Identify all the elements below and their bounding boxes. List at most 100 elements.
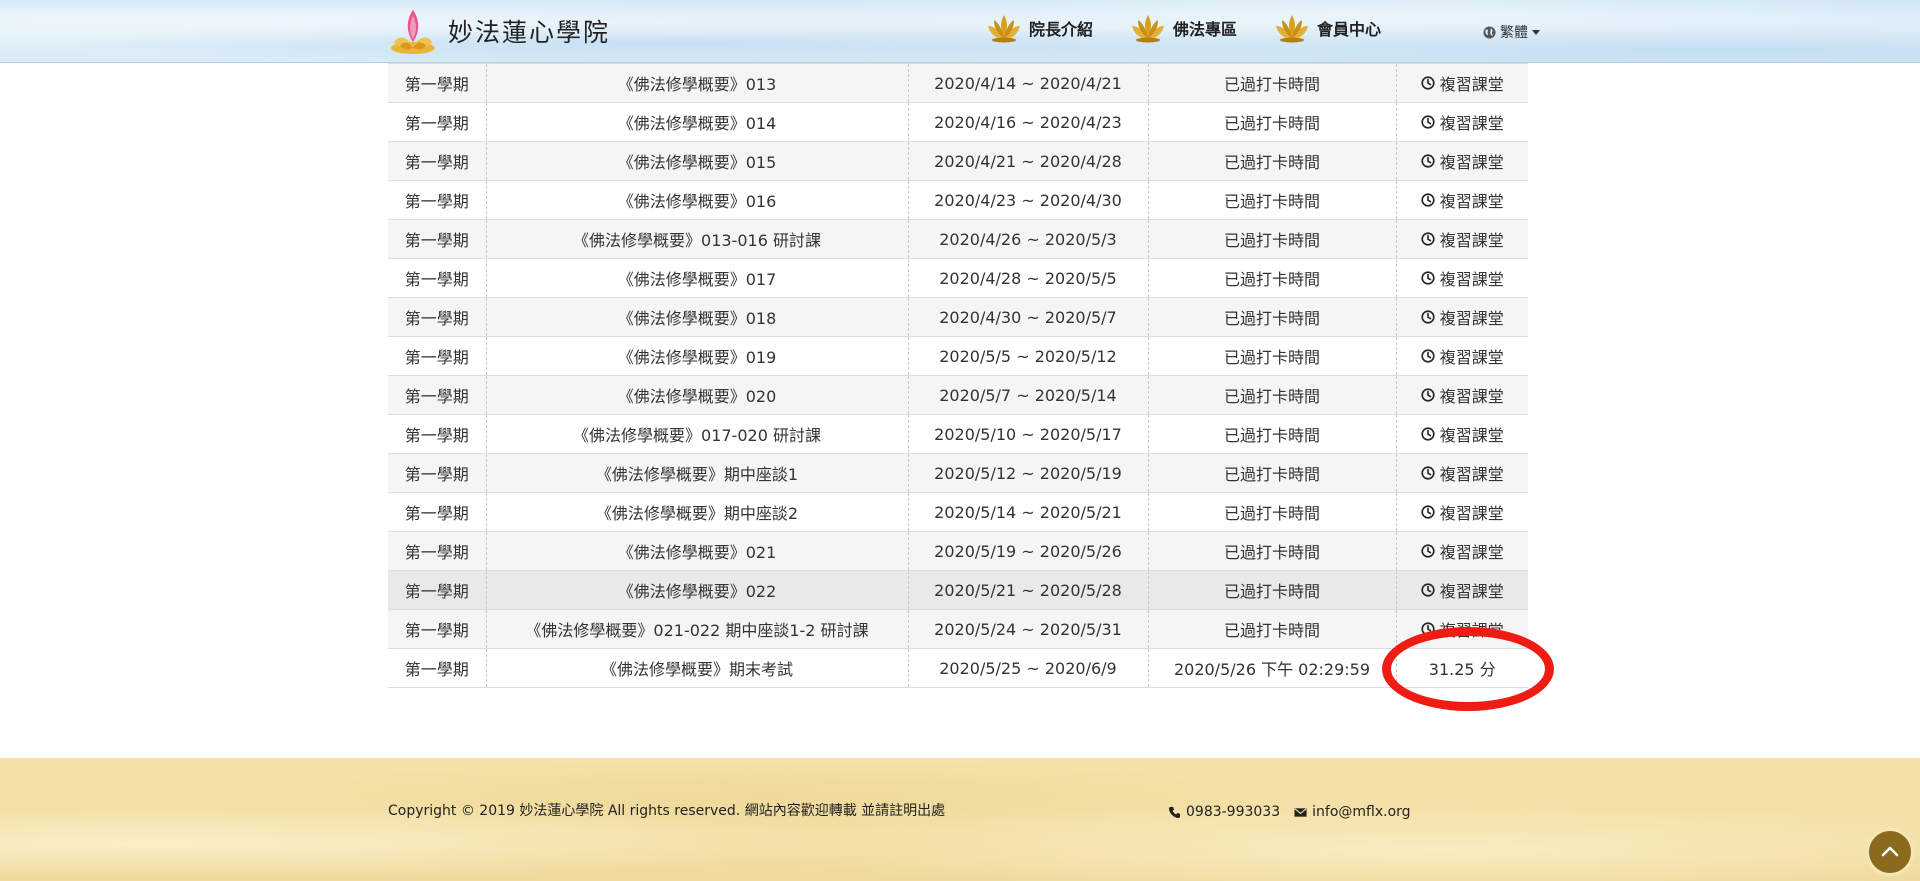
review-class-label: 複習課堂 [1439, 348, 1504, 367]
review-class-button[interactable]: 複習課堂 [1421, 305, 1504, 329]
course-table-body: 第一學期 《佛法修學概要》013 2020/4/14 ~ 2020/4/21 已過打卡… [388, 63, 1528, 688]
lotus-logo-icon [391, 10, 435, 54]
course-name-cell: 《佛法修學概要》019 [485, 336, 908, 376]
table-row: 第一學期 《佛法修學概要》期中座談1 2020/5/12 ~ 2020/5/19 已過… [388, 453, 1528, 493]
table-row: 第一學期 《佛法修學概要》014 2020/4/16 ~ 2020/4/23 已過打卡… [388, 102, 1528, 142]
site-logo[interactable]: 妙法蓮心學院 [386, 4, 610, 58]
term-cell: 第一學期 [388, 180, 486, 220]
email-contact[interactable]: info@mflx.org [1294, 804, 1411, 820]
course-name-cell: 《佛法修學概要》021 [485, 531, 908, 571]
clock-icon [1421, 76, 1435, 90]
nav-label: 院長介紹 [1029, 20, 1094, 39]
course-name-cell: 《佛法修學概要》022 [485, 570, 908, 610]
review-class-button[interactable]: 複習課堂 [1421, 383, 1504, 407]
action-cell: 複習課堂 [1395, 180, 1528, 220]
review-class-label: 複習課堂 [1439, 231, 1504, 250]
term-cell: 第一學期 [388, 336, 486, 376]
period-cell: 2020/5/10 ~ 2020/5/17 [907, 414, 1148, 454]
language-selector[interactable]: 繁體 [1483, 22, 1540, 42]
annotation-circle [1382, 627, 1554, 711]
period-cell: 2020/5/24 ~ 2020/5/31 [907, 609, 1148, 649]
review-class-label: 複習課堂 [1439, 153, 1504, 172]
status-cell: 已過打卡時間 [1147, 336, 1396, 376]
contact-info: 0983-993033 info@mflx.org [1168, 804, 1425, 820]
status-cell: 已過打卡時間 [1147, 531, 1396, 571]
term-cell: 第一學期 [388, 102, 486, 142]
status-cell: 已過打卡時間 [1147, 63, 1396, 103]
period-cell: 2020/5/5 ~ 2020/5/12 [907, 336, 1148, 376]
nav-label: 會員中心 [1317, 20, 1382, 39]
review-class-button[interactable]: 複習課堂 [1421, 227, 1504, 251]
caret-down-icon [1532, 29, 1540, 35]
review-class-button[interactable]: 複習課堂 [1421, 110, 1504, 134]
phone-contact[interactable]: 0983-993033 [1168, 804, 1280, 820]
status-cell: 已過打卡時間 [1147, 258, 1396, 298]
action-cell: 複習課堂 [1395, 414, 1528, 454]
review-class-label: 複習課堂 [1439, 543, 1504, 562]
clock-icon [1421, 388, 1435, 402]
review-class-button[interactable]: 複習課堂 [1421, 539, 1504, 563]
review-class-button[interactable]: 複習課堂 [1421, 500, 1504, 524]
nav-item-director-intro[interactable]: 院長介紹 [985, 12, 1093, 44]
review-class-label: 複習課堂 [1439, 582, 1504, 601]
review-class-label: 複習課堂 [1439, 114, 1504, 133]
review-class-button[interactable]: 複習課堂 [1421, 71, 1504, 95]
status-cell: 已過打卡時間 [1147, 414, 1396, 454]
course-name-cell: 《佛法修學概要》021-022 期中座談1-2 研討課 [485, 609, 908, 649]
nav-item-dharma-zone[interactable]: 佛法專區 [1129, 12, 1237, 44]
clock-icon [1421, 583, 1435, 597]
review-class-button[interactable]: 複習課堂 [1421, 149, 1504, 173]
term-cell: 第一學期 [388, 141, 486, 181]
table-row: 第一學期 《佛法修學概要》017 2020/4/28 ~ 2020/5/5 已過打卡時… [388, 258, 1528, 298]
clock-icon [1421, 232, 1435, 246]
table-row: 第一學期 《佛法修學概要》016 2020/4/23 ~ 2020/4/30 已過打卡… [388, 180, 1528, 220]
term-cell: 第一學期 [388, 648, 486, 688]
copyright-text: Copyright © 2019 妙法蓮心學院 All rights reser… [388, 803, 946, 819]
review-class-button[interactable]: 複習課堂 [1421, 344, 1504, 368]
review-class-button[interactable]: 複習課堂 [1421, 578, 1504, 602]
table-row: 第一學期 《佛法修學概要》018 2020/4/30 ~ 2020/5/7 已過打卡時… [388, 297, 1528, 337]
course-table: 第一學期 《佛法修學概要》013 2020/4/14 ~ 2020/4/21 已過打卡… [388, 63, 1528, 688]
course-name-cell: 《佛法修學概要》期末考試 [485, 648, 908, 688]
status-cell: 已過打卡時間 [1147, 609, 1396, 649]
term-cell: 第一學期 [388, 609, 486, 649]
table-row: 第一學期 《佛法修學概要》022 2020/5/21 ~ 2020/5/28 已過打卡… [388, 570, 1528, 610]
period-cell: 2020/5/12 ~ 2020/5/19 [907, 453, 1148, 493]
exam-row: 第一學期 《佛法修學概要》期末考試 2020/5/25 ~ 2020/6/9 2020… [388, 648, 1528, 688]
status-cell: 已過打卡時間 [1147, 180, 1396, 220]
period-cell: 2020/4/16 ~ 2020/4/23 [907, 102, 1148, 142]
course-name-cell: 《佛法修學概要》017 [485, 258, 908, 298]
table-row: 第一學期 《佛法修學概要》期中座談2 2020/5/14 ~ 2020/5/21 已過… [388, 492, 1528, 532]
table-row: 第一學期 《佛法修學概要》019 2020/5/5 ~ 2020/5/12 已過打卡時… [388, 336, 1528, 376]
action-cell: 複習課堂 [1395, 375, 1528, 415]
period-cell: 2020/5/21 ~ 2020/5/28 [907, 570, 1148, 610]
clock-icon [1421, 193, 1435, 207]
status-cell: 已過打卡時間 [1147, 102, 1396, 142]
review-class-button[interactable]: 複習課堂 [1421, 266, 1504, 290]
review-class-label: 複習課堂 [1439, 504, 1504, 523]
period-cell: 2020/4/28 ~ 2020/5/5 [907, 258, 1148, 298]
clock-icon [1421, 271, 1435, 285]
status-cell: 已過打卡時間 [1147, 141, 1396, 181]
course-name-cell: 《佛法修學概要》期中座談2 [485, 492, 908, 532]
review-class-button[interactable]: 複習課堂 [1421, 461, 1504, 485]
review-class-label: 複習課堂 [1439, 75, 1504, 94]
nav-item-member-center[interactable]: 會員中心 [1273, 12, 1381, 44]
review-class-button[interactable]: 複習課堂 [1421, 422, 1504, 446]
period-cell: 2020/4/23 ~ 2020/4/30 [907, 180, 1148, 220]
main-nav: 院長介紹 佛法專區 會員中心 [985, 12, 1417, 44]
term-cell: 第一學期 [388, 531, 486, 571]
phone-number: 0983-993033 [1186, 804, 1281, 820]
action-cell: 複習課堂 [1395, 336, 1528, 376]
site-header: 妙法蓮心學院 院長介紹 佛法專區 會員中心 繁體 [0, 0, 1920, 63]
table-row: 第一學期 《佛法修學概要》021-022 期中座談1-2 研討課 2020/5/24… [388, 609, 1528, 649]
back-to-top-button[interactable] [1866, 828, 1914, 876]
envelope-icon [1294, 807, 1307, 817]
review-class-label: 複習課堂 [1439, 387, 1504, 406]
table-row: 第一學期 《佛法修學概要》013 2020/4/14 ~ 2020/4/21 已過打卡… [388, 63, 1528, 103]
action-cell: 複習課堂 [1395, 219, 1528, 259]
period-cell: 2020/5/19 ~ 2020/5/26 [907, 531, 1148, 571]
term-cell: 第一學期 [388, 570, 486, 610]
clock-icon [1421, 310, 1435, 324]
review-class-button[interactable]: 複習課堂 [1421, 188, 1504, 212]
